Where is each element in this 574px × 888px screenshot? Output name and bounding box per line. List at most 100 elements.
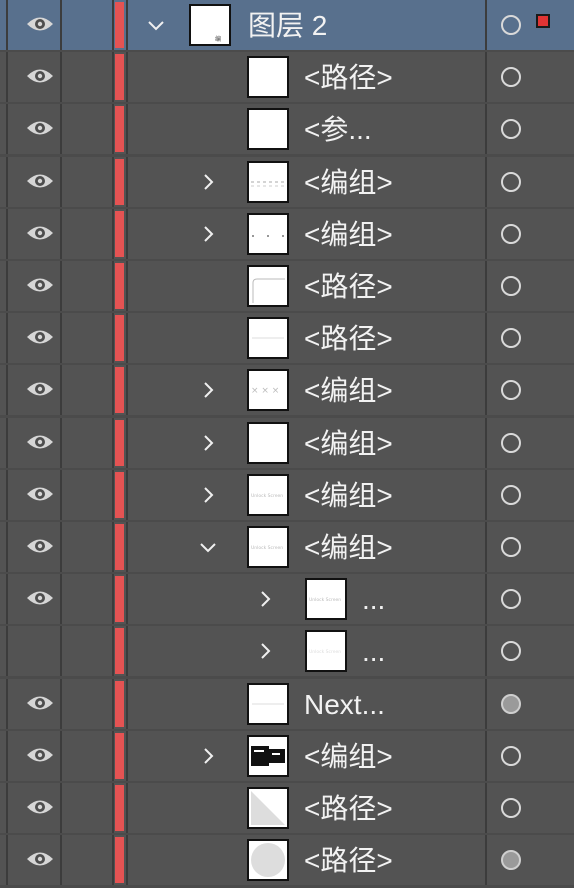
visibility-toggle[interactable] <box>8 52 60 102</box>
lock-toggle[interactable] <box>62 679 112 729</box>
chevron-right-icon[interactable] <box>198 380 218 400</box>
chevron-right-icon[interactable] <box>255 641 275 661</box>
layer-row[interactable]: Unlock Screen... <box>0 574 574 624</box>
lock-toggle[interactable] <box>62 52 112 102</box>
layer-row[interactable]: <编组> <box>0 157 574 207</box>
lock-toggle[interactable] <box>62 522 112 572</box>
layer-row[interactable]: <参... <box>0 104 574 154</box>
column-divider <box>112 679 114 729</box>
chevron-right-icon[interactable] <box>198 172 218 192</box>
column-divider <box>126 626 128 676</box>
layer-color-bar <box>115 524 124 570</box>
visibility-toggle[interactable] <box>8 679 60 729</box>
visibility-toggle[interactable] <box>8 261 60 311</box>
column-divider <box>112 731 114 781</box>
visibility-toggle[interactable] <box>8 731 60 781</box>
target-circle-icon[interactable] <box>501 67 521 87</box>
layer-row[interactable]: <路径> <box>0 835 574 885</box>
eye-icon <box>26 694 54 712</box>
visibility-toggle[interactable] <box>8 313 60 363</box>
layer-row[interactable]: Next... <box>0 679 574 729</box>
column-divider <box>126 313 128 363</box>
layer-row[interactable]: <编组> <box>0 731 574 781</box>
target-circle-icon[interactable] <box>501 798 521 818</box>
layer-row[interactable]: <编组> <box>0 209 574 259</box>
chevron-right-icon[interactable] <box>198 485 218 505</box>
layer-row[interactable]: <路径> <box>0 52 574 102</box>
target-circle-icon[interactable] <box>501 589 521 609</box>
layer-thumbnail: 编 <box>189 4 231 46</box>
chevron-down-icon[interactable] <box>146 15 166 35</box>
column-divider <box>485 365 487 415</box>
eye-icon <box>26 433 54 451</box>
layer-name: <编组> <box>304 375 393 406</box>
layer-row[interactable]: Unlock Screen <编组> <box>0 522 574 572</box>
selection-indicator[interactable] <box>536 14 550 28</box>
layer-row[interactable]: Unlock Screen <编组> <box>0 470 574 520</box>
target-circle-icon[interactable] <box>501 380 521 400</box>
svg-text:× × ×: × × × <box>251 386 279 396</box>
target-circle-icon[interactable] <box>501 224 521 244</box>
layer-row[interactable]: Unlock Screen... <box>0 626 574 676</box>
lock-toggle[interactable] <box>62 731 112 781</box>
layer-name: Next... <box>304 689 385 720</box>
chevron-right-icon[interactable] <box>198 224 218 244</box>
column-divider <box>485 313 487 363</box>
chevron-down-icon[interactable] <box>198 537 218 557</box>
visibility-toggle[interactable] <box>8 783 60 833</box>
target-circle-icon[interactable] <box>501 641 521 661</box>
column-divider <box>112 157 114 207</box>
target-circle-icon[interactable] <box>501 433 521 453</box>
visibility-toggle[interactable] <box>8 574 60 624</box>
layer-color-bar <box>115 2 124 48</box>
svg-text:Unlock Screen: Unlock Screen <box>251 545 283 551</box>
visibility-toggle[interactable] <box>8 365 60 415</box>
visibility-toggle[interactable] <box>8 104 60 154</box>
lock-toggle[interactable] <box>62 209 112 259</box>
lock-toggle[interactable] <box>62 783 112 833</box>
column-divider <box>112 261 114 311</box>
visibility-toggle[interactable] <box>8 470 60 520</box>
target-circle-icon[interactable] <box>501 276 521 296</box>
chevron-right-icon[interactable] <box>255 589 275 609</box>
visibility-toggle[interactable] <box>8 522 60 572</box>
lock-toggle[interactable] <box>62 313 112 363</box>
lock-toggle[interactable] <box>62 365 112 415</box>
target-circle-icon[interactable] <box>501 485 521 505</box>
lock-toggle[interactable] <box>62 0 112 50</box>
chevron-right-icon[interactable] <box>198 433 218 453</box>
target-circle-icon[interactable] <box>501 172 521 192</box>
visibility-toggle[interactable] <box>8 157 60 207</box>
target-circle-icon[interactable] <box>501 850 521 870</box>
chevron-right-icon[interactable] <box>198 746 218 766</box>
lock-toggle[interactable] <box>62 835 112 885</box>
lock-toggle[interactable] <box>62 418 112 468</box>
layer-row[interactable]: <路径> <box>0 261 574 311</box>
visibility-toggle[interactable] <box>8 418 60 468</box>
visibility-toggle[interactable] <box>8 209 60 259</box>
lock-toggle[interactable] <box>62 470 112 520</box>
layer-row[interactable]: 编 图层 2 <box>0 0 574 50</box>
target-circle-icon[interactable] <box>501 694 521 714</box>
lock-toggle[interactable] <box>62 626 112 676</box>
visibility-toggle[interactable] <box>8 835 60 885</box>
target-circle-icon[interactable] <box>501 537 521 557</box>
visibility-toggle[interactable] <box>8 0 60 50</box>
layer-row[interactable]: × × × <编组> <box>0 365 574 415</box>
eye-icon <box>26 850 54 868</box>
layer-color-bar <box>115 54 124 100</box>
lock-toggle[interactable] <box>62 157 112 207</box>
layer-row[interactable]: <编组> <box>0 418 574 468</box>
target-circle-icon[interactable] <box>501 746 521 766</box>
target-circle-icon[interactable] <box>501 328 521 348</box>
lock-toggle[interactable] <box>62 574 112 624</box>
layer-row[interactable]: <路径> <box>0 313 574 363</box>
target-circle-icon[interactable] <box>501 119 521 139</box>
layer-row[interactable]: <路径> <box>0 783 574 833</box>
layer-color-bar <box>115 576 124 622</box>
visibility-toggle[interactable] <box>8 626 60 676</box>
lock-toggle[interactable] <box>62 261 112 311</box>
lock-toggle[interactable] <box>62 104 112 154</box>
column-divider <box>112 0 114 50</box>
target-circle-icon[interactable] <box>501 15 521 35</box>
